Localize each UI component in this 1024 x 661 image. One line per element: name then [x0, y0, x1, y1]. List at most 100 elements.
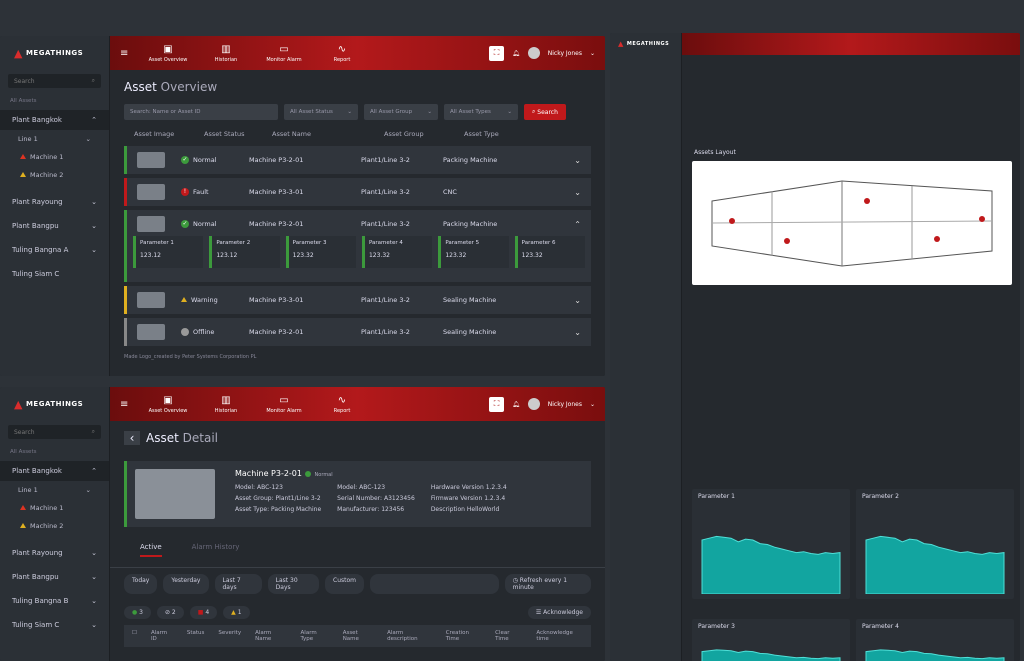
period-selector: Today Yesterday Last 7 days Last 30 Days… [110, 568, 605, 600]
parameter-card: Parameter 5 123.32 [438, 236, 509, 268]
asset-detail-layout-panel: ▲ MEGATHINGS Assets Layout Parameter 1 Pa… [610, 33, 1020, 661]
tab-active[interactable]: Active [140, 543, 162, 557]
nav-historian[interactable]: ▥ Historian [202, 44, 250, 63]
chevron-down-icon: ⌄ [85, 486, 91, 494]
bell-icon[interactable]: 🔔︎ [512, 50, 520, 57]
type-filter-select[interactable]: All Asset Types ⌄ [444, 104, 518, 120]
avatar[interactable] [527, 398, 540, 410]
chevron-up-icon[interactable]: ⌃ [574, 220, 581, 229]
logo-icon: ▲ [14, 397, 23, 411]
warning-yellow-icon [20, 523, 26, 528]
fullscreen-icon[interactable]: ⛶ [489, 396, 505, 412]
group-filter-select[interactable]: All Asset Group ⌄ [364, 104, 438, 120]
table-row[interactable]: Offline Machine P3-2-01 Plant1/Line 3-2 … [124, 318, 591, 346]
sidebar-item-tuling-bangna[interactable]: Tuling Bangna B ⌄ [0, 591, 109, 611]
chevron-up-icon: ⌃ [91, 467, 97, 475]
floor-plan[interactable] [692, 161, 1012, 285]
clear-icon: ⊘ [164, 609, 172, 616]
nav-historian[interactable]: ▥ Historian [202, 395, 250, 414]
avatar[interactable] [527, 47, 540, 59]
period-last-30[interactable]: Last 30 Days [267, 574, 320, 594]
sidebar-item-tuling-bangna[interactable]: Tuling Bangna A ⌄ [0, 240, 109, 260]
nav-asset-overview[interactable]: ▣ Asset Overview [144, 44, 192, 63]
user-name: Nicky Jones [547, 400, 582, 408]
area-series [701, 535, 841, 595]
acknowledge-button[interactable]: ☰ Acknowledge [527, 606, 591, 619]
nav-monitor-alarm[interactable]: ▭ Monitor Alarm [260, 44, 308, 63]
sidebar-item-plant-rayoung[interactable]: Plant Rayoung ⌄ [0, 543, 109, 563]
sidebar-search-input[interactable]: Search ⌕ [8, 425, 101, 439]
count-fault[interactable]: ■ 4 [189, 606, 218, 619]
sidebar-item-line-1[interactable]: Line 1 ⌄ [0, 481, 109, 499]
chevron-down-icon: ⌄ [347, 109, 352, 115]
parameter-2-chart: Parameter 2 [856, 489, 1014, 599]
chevron-down-icon: ⌄ [427, 109, 432, 115]
menu-icon[interactable]: ≡ [120, 399, 144, 410]
parameter-3-chart: Parameter 3 [692, 619, 850, 661]
count-cleared[interactable]: ⊘ 2 [156, 606, 184, 619]
count-warning[interactable]: ▲ 1 [223, 606, 250, 619]
sidebar-item-plant-bangkok[interactable]: Plant Bangkok ⌃ [0, 110, 109, 130]
chevron-down-icon[interactable]: ⌄ [590, 50, 595, 57]
select-all-checkbox[interactable]: ☐ [132, 630, 137, 642]
nav-asset-overview[interactable]: ▣ Asset Overview [144, 395, 192, 414]
sidebar-item-machine-2[interactable]: Machine 2 [0, 166, 109, 184]
sidebar-item-plant-bangpu[interactable]: Plant Bangpu ⌄ [0, 567, 109, 587]
bell-icon[interactable]: 🔔︎ [512, 401, 520, 408]
refresh-select[interactable]: ◷ Refresh every 1 minute [504, 574, 591, 594]
page-title: Asset Overview [124, 80, 218, 94]
assets-layout-label: Assets Layout [694, 149, 736, 156]
period-today[interactable]: Today [124, 574, 158, 594]
sidebar-item-machine-2[interactable]: Machine 2 [0, 517, 109, 535]
offline-icon [181, 328, 189, 336]
sidebar-item-plant-bangpu[interactable]: Plant Bangpu ⌄ [0, 216, 109, 236]
sidebar-item-machine-1[interactable]: Machine 1 [0, 499, 109, 517]
nav-monitor-alarm[interactable]: ▭ Monitor Alarm [260, 395, 308, 414]
sidebar-item-plant-bangkok[interactable]: Plant Bangkok ⌃ [0, 461, 109, 481]
table-row-expanded[interactable]: ✓ Normal Machine P3-2-01 Plant1/Line 3-2 … [124, 210, 591, 282]
logo-icon: ▲ [618, 40, 624, 48]
area-series [701, 649, 841, 661]
table-row[interactable]: ✓ Normal Machine P3-2-01 Plant1/Line 3-2 … [124, 146, 591, 174]
asset-overview-panel: ▲ MEGATHINGS Search ⌕ All Assets Plant Ban… [0, 36, 605, 376]
tab-alarm-history[interactable]: Alarm History [192, 543, 240, 557]
chevron-down-icon: ⌄ [85, 135, 91, 143]
date-range-input[interactable] [370, 574, 499, 594]
sidebar-item-line-1[interactable]: Line 1 ⌄ [0, 130, 109, 148]
search-input[interactable]: Search: Name or Asset ID [124, 104, 278, 120]
count-normal[interactable]: ● 3 [124, 606, 151, 619]
tv-icon: ▣ [163, 394, 173, 406]
sidebar-item-plant-rayoung[interactable]: Plant Rayoung ⌄ [0, 192, 109, 212]
menu-icon[interactable]: ≡ [120, 48, 144, 59]
brand-logo: ▲ MEGATHINGS [14, 46, 84, 60]
chevron-down-icon: ⌄ [91, 549, 97, 557]
parameter-1-area-chart [701, 535, 841, 595]
sidebar-item-machine-1[interactable]: Machine 1 [0, 148, 109, 166]
nav-report[interactable]: ∿ Report [318, 395, 366, 414]
warning-red-icon [20, 154, 26, 159]
search-button[interactable]: ⌕ Search [524, 104, 566, 120]
sidebar-item-tuling-siam[interactable]: Tuling Siam C ⌄ [0, 615, 109, 635]
footnote: Made Logo_created by Peter Systems Corpo… [124, 354, 257, 360]
period-yesterday[interactable]: Yesterday [163, 574, 209, 594]
table-row[interactable]: ! Fault Machine P3-3-01 Plant1/Line 3-2 C… [124, 178, 591, 206]
back-icon[interactable]: ‹ [124, 431, 140, 445]
parameter-card: Parameter 1 123.12 [133, 236, 204, 268]
sidebar-item-tuling-siam[interactable]: Tuling Siam C [0, 264, 109, 284]
chevron-down-icon[interactable]: ⌄ [574, 296, 581, 305]
period-custom[interactable]: Custom [325, 574, 365, 594]
chevron-down-icon[interactable]: ⌄ [574, 156, 581, 165]
chevron-down-icon[interactable]: ⌄ [590, 401, 595, 408]
logo-icon: ▲ [14, 46, 23, 60]
status-filter-select[interactable]: All Asset Status ⌄ [284, 104, 358, 120]
nav-report[interactable]: ∿ Report [318, 44, 366, 63]
table-row[interactable]: Warning Machine P3-3-01 Plant1/Line 3-2 … [124, 286, 591, 314]
chevron-down-icon: ⌄ [91, 246, 97, 254]
top-navbar: ≡ ▣ Asset Overview ▥ Historian ▭ Monitor Al… [110, 387, 605, 421]
alarm-table-header: ☐ Alarm ID Status Severity Alarm Name Al… [124, 625, 591, 647]
sidebar-search-input[interactable]: Search ⌕ [8, 74, 101, 88]
period-last-7[interactable]: Last 7 days [214, 574, 262, 594]
chevron-down-icon[interactable]: ⌄ [574, 188, 581, 197]
chevron-down-icon[interactable]: ⌄ [574, 328, 581, 337]
fullscreen-icon[interactable]: ⛶ [489, 45, 505, 61]
